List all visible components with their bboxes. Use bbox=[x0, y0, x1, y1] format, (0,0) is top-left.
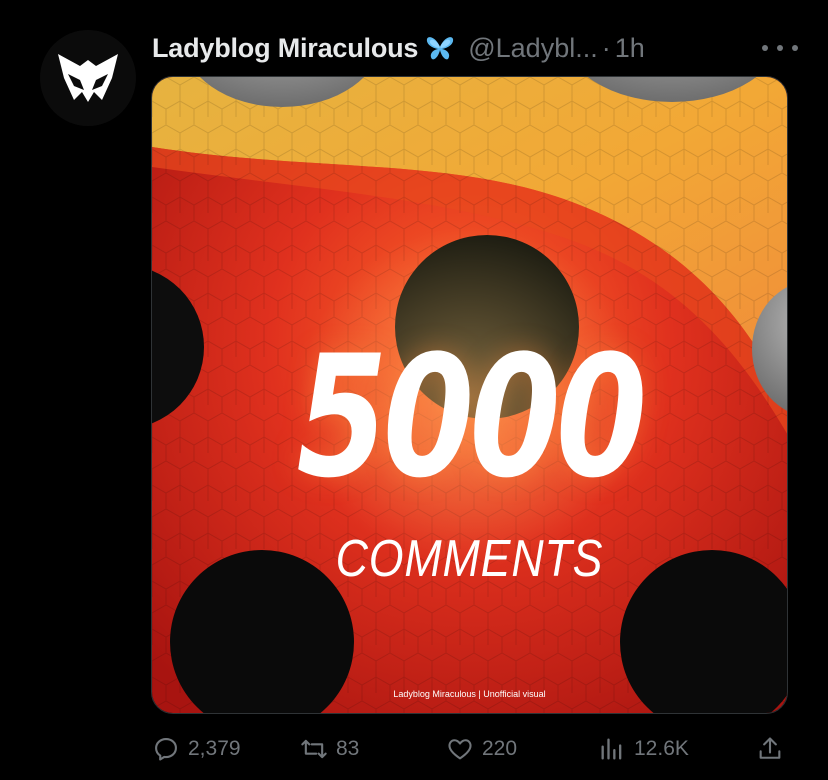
reply-icon bbox=[155, 738, 177, 761]
heart-icon bbox=[448, 739, 472, 760]
tweet-image[interactable]: 5000 COMMENTS Ladyblog Miraculous | Unof… bbox=[151, 76, 788, 714]
view-count: 12.6K bbox=[634, 737, 689, 760]
retweet-count: 83 bbox=[336, 737, 360, 760]
views-button[interactable]: 12.6K bbox=[598, 735, 689, 763]
separator-dot: · bbox=[601, 32, 611, 63]
headline-number: 5000 bbox=[296, 319, 647, 515]
retweet-icon bbox=[301, 739, 327, 759]
share-button[interactable] bbox=[756, 735, 784, 763]
reply-count: 2,379 bbox=[188, 737, 241, 760]
action-bar: 2,379 83 220 12.6K bbox=[152, 728, 788, 770]
author-name[interactable]: Ladyblog Miraculous bbox=[152, 33, 418, 64]
tweet[interactable]: Ladyblog Miraculous @Ladybl... · 1h 5000… bbox=[0, 0, 828, 780]
like-count: 220 bbox=[482, 737, 518, 760]
retweet-button[interactable]: 83 bbox=[300, 735, 359, 763]
butterfly-icon bbox=[424, 33, 456, 63]
image-credit: Ladyblog Miraculous | Unofficial visual bbox=[393, 689, 546, 699]
hawkmoth-mask-icon bbox=[40, 30, 136, 126]
tweet-header: Ladyblog Miraculous @Ladybl... · 1h bbox=[152, 28, 798, 68]
reply-button[interactable]: 2,379 bbox=[152, 735, 241, 763]
avatar[interactable] bbox=[40, 30, 136, 126]
share-icon bbox=[759, 737, 781, 759]
author-handle[interactable]: @Ladybl... bbox=[468, 33, 597, 64]
more-icon[interactable] bbox=[762, 34, 798, 62]
like-button[interactable]: 220 bbox=[446, 735, 517, 763]
headline-label: COMMENTS bbox=[335, 530, 604, 588]
views-icon bbox=[601, 738, 622, 760]
timestamp[interactable]: 1h bbox=[615, 33, 645, 64]
